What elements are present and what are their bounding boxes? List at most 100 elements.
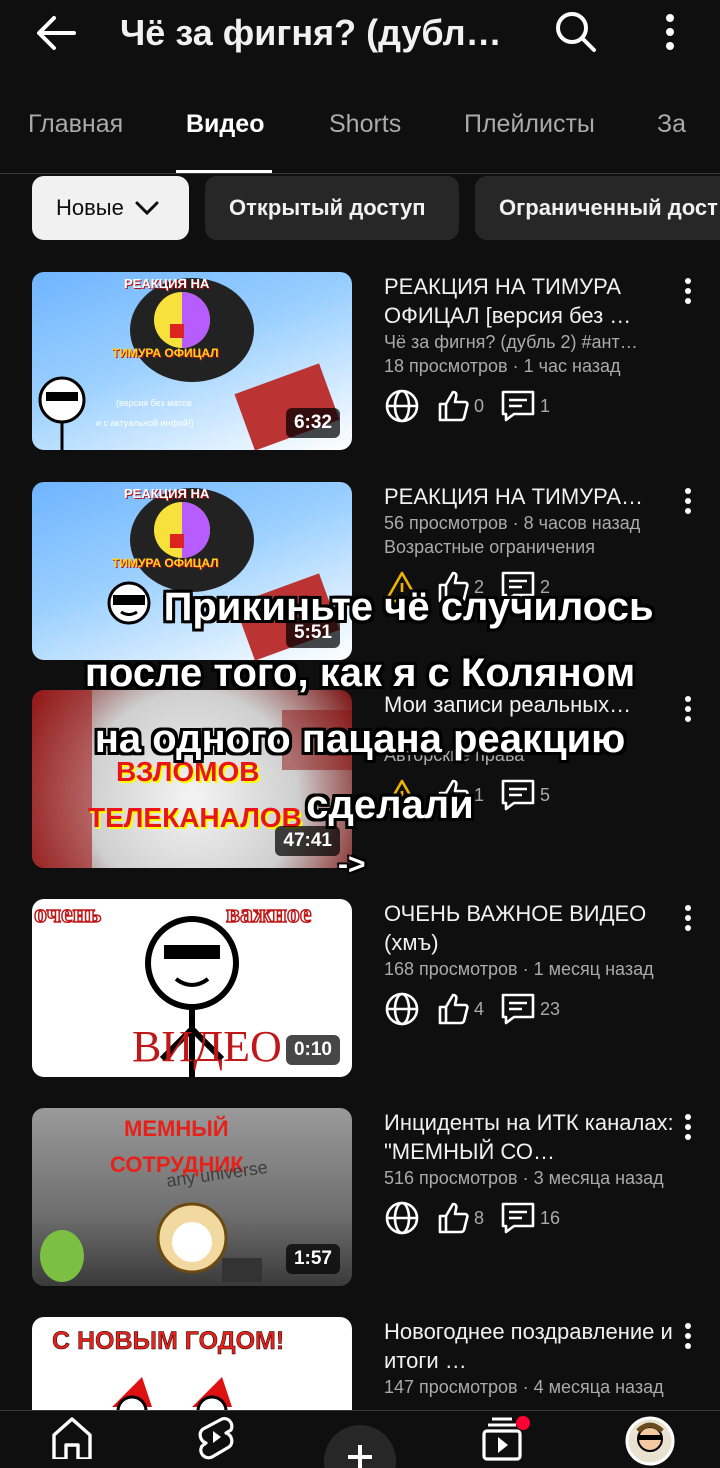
video-title[interactable]: Мои записи реальных… — [384, 690, 674, 719]
video-item[interactable]: РЕАКЦИЯ НА ТИМУРА ОФИЦАЛ (версия без мат… — [0, 272, 720, 452]
video-title[interactable]: РЕАКЦИЯ НА ТИМУРА ОФИЦАЛ [версия без … — [384, 272, 674, 330]
video-meta: РЕАКЦИЯ НА ТИМУРА… 56 просмотров · 8 час… — [384, 482, 674, 607]
search-button[interactable] — [548, 6, 604, 58]
video-thumbnail[interactable]: МЕМНЫЙ СОТРУДНИК any universe 1:57 — [32, 1108, 352, 1286]
nav-shorts[interactable] — [186, 1415, 246, 1468]
tab-shorts[interactable]: Shorts — [329, 110, 401, 139]
video-thumbnail[interactable]: С НОВЫМ ГОДОМ! — [32, 1317, 352, 1410]
more-vert-icon — [685, 488, 691, 514]
overlay-arrow: -> — [338, 848, 366, 881]
video-thumbnail[interactable]: очень важное ВИДЕО 0:10 — [32, 899, 352, 1077]
video-more-button[interactable] — [674, 1319, 702, 1353]
video-thumbnail[interactable]: РЕАКЦИЯ НА ТИМУРА ОФИЦАЛ 5:51 — [32, 482, 352, 660]
globe-icon — [385, 389, 419, 423]
comment-icon — [501, 571, 535, 603]
thumbnail-caption: С НОВЫМ ГОДОМ! — [52, 1327, 285, 1356]
restriction-label: Возрастные ограничения — [384, 537, 595, 557]
more-options-button[interactable] — [648, 6, 692, 58]
comment-count: 5 — [500, 778, 550, 812]
comment-count: 23 — [500, 992, 560, 1026]
video-more-button[interactable] — [674, 484, 702, 518]
video-title[interactable]: РЕАКЦИЯ НА ТИМУРА… — [384, 482, 674, 511]
video-meta: РЕАКЦИЯ НА ТИМУРА ОФИЦАЛ [версия без … Ч… — [384, 272, 674, 426]
video-item[interactable]: очень важное ВИДЕО 0:10 ОЧЕНЬ ВАЖНОЕ ВИД… — [0, 899, 720, 1079]
video-more-button[interactable] — [674, 1110, 702, 1144]
like-count-value: 4 — [474, 998, 485, 1019]
back-button[interactable] — [28, 8, 84, 58]
like-count: 8 — [436, 1201, 484, 1235]
comment-count: 16 — [500, 1201, 560, 1235]
thumbnail-caption: ТЕЛЕКАНАЛОВ — [88, 802, 302, 833]
video-meta: ОЧЕНЬ ВАЖНОЕ ВИДЕО (хмъ) 168 просмотров … — [384, 899, 674, 1029]
restriction-label: Авторские права — [384, 745, 525, 765]
video-meta: Мои записи реальных… Авторские права 1 5 — [384, 690, 674, 815]
tab-videos[interactable]: Видео — [186, 110, 264, 139]
visibility-status — [384, 1200, 420, 1236]
tab-home[interactable]: Главная — [28, 110, 123, 139]
comment-icon — [501, 993, 535, 1025]
video-thumbnail[interactable]: ВЗЛОМОВ ТЕЛЕКАНАЛОВ 47:41 — [32, 690, 352, 868]
video-views: 168 просмотров · 1 месяц назад — [384, 959, 654, 979]
video-stats: 0 1 — [384, 386, 674, 426]
active-tab-indicator — [176, 170, 272, 173]
chip-label: Новые — [56, 195, 124, 220]
shorts-icon — [198, 1417, 234, 1460]
video-description: Чё за фигня? (дубль 2) #ант… — [384, 332, 638, 352]
channel-title: Чё за фигня? (дубл… — [120, 12, 502, 53]
video-item[interactable]: РЕАКЦИЯ НА ТИМУРА ОФИЦАЛ 5:51 РЕАКЦИЯ НА… — [0, 482, 720, 662]
video-title[interactable]: ОЧЕНЬ ВАЖНОЕ ВИДЕО (хмъ) — [384, 899, 674, 957]
like-count: 1 — [436, 778, 484, 812]
video-title[interactable]: Инциденты на ИТК каналах: "МЕМНЫЙ СО… — [384, 1108, 674, 1166]
warning-icon — [384, 571, 420, 603]
nav-home[interactable] — [42, 1415, 102, 1468]
comment-count-value: 5 — [540, 784, 551, 805]
like-count-value: 8 — [474, 1207, 485, 1228]
video-duration: 1:57 — [285, 1244, 340, 1274]
video-item[interactable]: МЕМНЫЙ СОТРУДНИК any universe 1:57 Инцид… — [0, 1108, 720, 1288]
thumbnail-caption: важное — [225, 899, 312, 929]
globe-icon — [385, 1201, 419, 1235]
comment-count-value: 16 — [540, 1207, 561, 1228]
search-icon — [556, 12, 596, 52]
more-vert-icon — [685, 278, 691, 304]
video-more-button[interactable] — [674, 901, 702, 935]
like-count-value: 1 — [474, 784, 485, 805]
tab-playlists[interactable]: Плейлисты — [464, 110, 595, 139]
bottom-navigation — [0, 1410, 720, 1468]
like-count-value: 2 — [474, 576, 485, 597]
visibility-status — [384, 570, 420, 604]
video-duration: 6:32 — [285, 408, 340, 438]
video-views: 516 просмотров · 3 месяца назад — [384, 1168, 664, 1188]
video-meta: Новогоднее поздравление и итоги … 147 пр… — [384, 1317, 674, 1399]
nav-create[interactable] — [322, 1423, 398, 1468]
tab-more[interactable]: За — [657, 110, 686, 139]
more-vert-icon — [685, 696, 691, 722]
video-title[interactable]: Новогоднее поздравление и итоги … — [384, 1317, 674, 1375]
chip-restricted[interactable]: Ограниченный дост — [475, 176, 720, 240]
comment-icon — [501, 779, 535, 811]
nav-subscriptions[interactable] — [474, 1415, 534, 1468]
video-item[interactable]: ВЗЛОМОВ ТЕЛЕКАНАЛОВ 47:41 Мои записи реа… — [0, 690, 720, 870]
video-stats: 2 2 — [384, 567, 674, 607]
nav-you[interactable] — [620, 1415, 680, 1468]
filter-chips: Новые Открытый доступ Ограниченный дост — [0, 176, 720, 242]
video-thumbnail[interactable]: РЕАКЦИЯ НА ТИМУРА ОФИЦАЛ (версия без мат… — [32, 272, 352, 450]
more-vert-icon — [685, 1323, 691, 1349]
thumbnail-caption: МЕМНЫЙ — [124, 1116, 229, 1141]
video-stats: 1 5 — [384, 775, 674, 815]
comment-count-value: 23 — [540, 998, 561, 1019]
thumbnail-caption: РЕАКЦИЯ НА — [124, 276, 210, 291]
thumbnail-caption: очень — [33, 899, 102, 929]
globe-icon — [385, 992, 419, 1026]
chip-sort-newest[interactable]: Новые — [32, 176, 189, 240]
video-duration: 47:41 — [275, 826, 340, 856]
chevron-down-icon — [135, 201, 159, 216]
like-count: 4 — [436, 992, 484, 1026]
chip-public[interactable]: Открытый доступ — [205, 176, 459, 240]
video-item[interactable]: С НОВЫМ ГОДОМ! Новогоднее поздравление и… — [0, 1317, 720, 1410]
video-views: 147 просмотров · 4 месяца назад — [384, 1377, 664, 1397]
comment-count-value: 1 — [540, 395, 551, 416]
video-more-button[interactable] — [674, 274, 702, 308]
video-more-button[interactable] — [674, 692, 702, 726]
subscriptions-icon — [482, 1416, 530, 1461]
